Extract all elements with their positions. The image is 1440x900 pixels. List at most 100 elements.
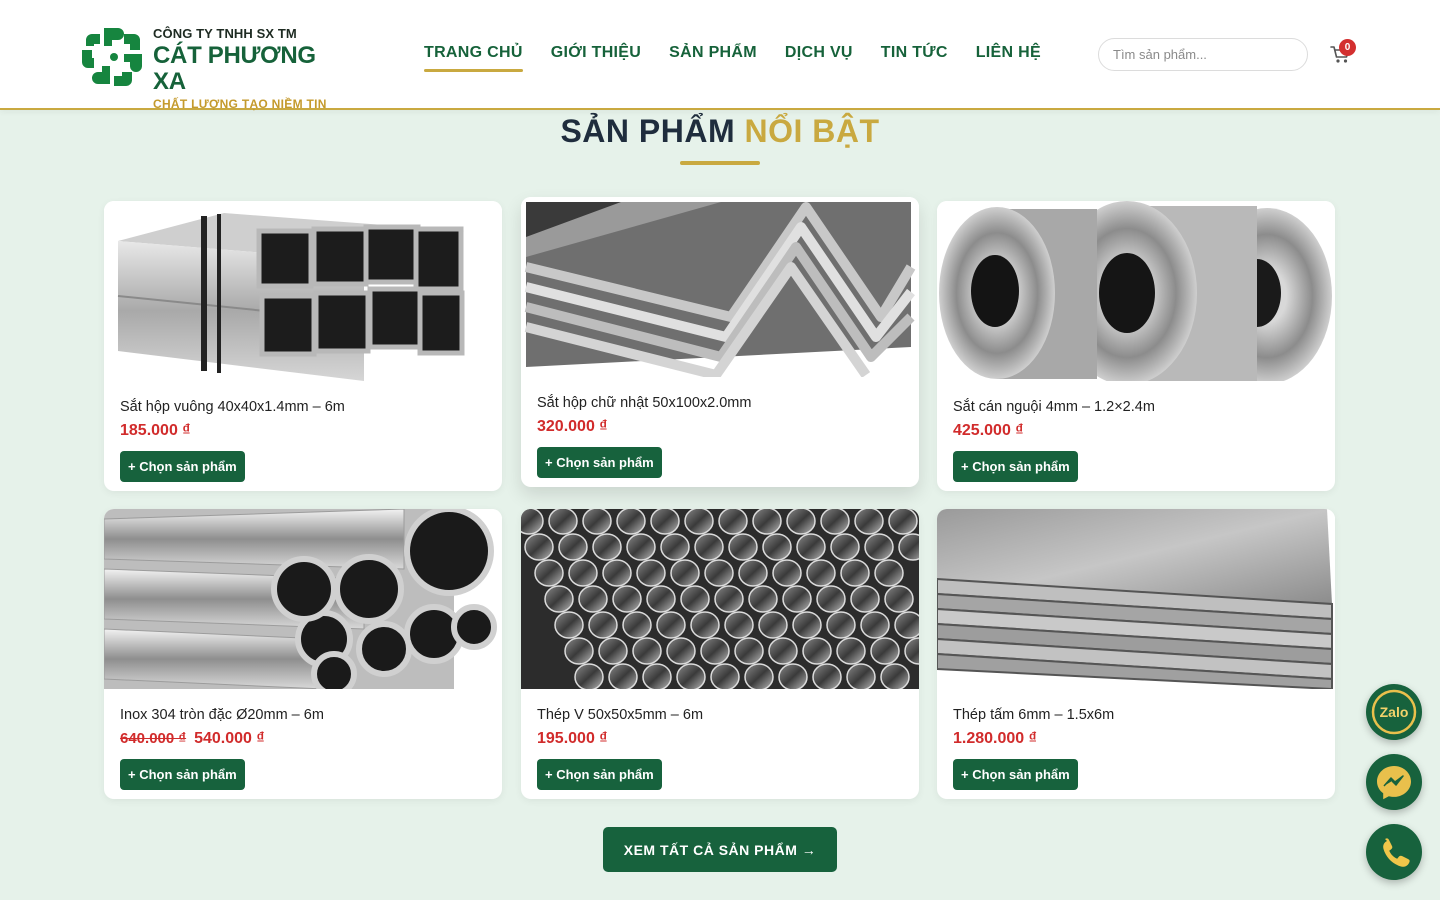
- product-price: 425.000 ₫: [953, 422, 1024, 440]
- product-card[interactable]: Thép tấm 6mm – 1.5x6m 1.280.000 ₫ + Chọn…: [937, 509, 1335, 799]
- view-all-products-button[interactable]: XEM TẤT CẢ SẢN PHẨM →: [603, 827, 837, 872]
- rebar-end: [632, 637, 662, 665]
- phone-icon: [1383, 838, 1410, 867]
- cart-count-badge: 0: [1339, 39, 1356, 56]
- rebar-end: [694, 533, 724, 561]
- product-price-value: 1.280.000 ₫: [953, 730, 1037, 747]
- rebar-end: [690, 611, 720, 639]
- rebar-end: [864, 533, 894, 561]
- rebar-end: [880, 663, 910, 689]
- product-image-square-tubes[interactable]: [104, 201, 502, 381]
- rebar-end: [650, 509, 680, 535]
- rebar-end: [778, 663, 808, 689]
- product-card[interactable]: Inox 304 tròn đặc Ø20mm – 6m 640.000 ₫ 54…: [104, 509, 502, 799]
- product-image-steel-plates[interactable]: [937, 509, 1335, 689]
- rebar-end: [782, 585, 812, 613]
- product-price: 1.280.000 ₫: [953, 730, 1037, 748]
- rebar-end: [762, 533, 792, 561]
- zalo-icon: Zalo: [1371, 689, 1417, 735]
- product-price: 320.000 ₫: [537, 418, 608, 436]
- rebar-end: [836, 637, 866, 665]
- product-name[interactable]: Sắt hộp chữ nhật 50x100x2.0mm: [537, 395, 751, 411]
- rebar-end: [830, 533, 860, 561]
- product-image-round-pipes[interactable]: [104, 509, 502, 689]
- zalo-label: Zalo: [1380, 704, 1409, 720]
- product-name[interactable]: Sắt hộp vuông 40x40x1.4mm – 6m: [120, 399, 345, 415]
- choose-product-button[interactable]: + Chọn sản phẩm: [120, 451, 245, 482]
- rebar-illustration: [521, 509, 919, 689]
- product-price-value: 320.000 ₫: [537, 418, 608, 435]
- nav-item-news[interactable]: TIN TỨC: [881, 44, 948, 62]
- nav-item-contact[interactable]: LIÊN HỆ: [976, 44, 1041, 62]
- product-name[interactable]: Sắt cán nguội 4mm – 1.2×2.4m: [953, 399, 1155, 415]
- rebar-end: [574, 663, 604, 689]
- search-input[interactable]: [1098, 38, 1308, 71]
- rebar-end: [676, 663, 706, 689]
- product-price-value: 425.000 ₫: [953, 422, 1024, 439]
- phone-button[interactable]: [1366, 824, 1422, 880]
- section-title-underline: [680, 161, 760, 165]
- rebar-end: [796, 533, 826, 561]
- main-nav: TRANG CHỦ GIỚI THIỆU SẢN PHẨM DỊCH VỤ TI…: [424, 44, 1069, 72]
- messenger-button[interactable]: [1366, 754, 1422, 810]
- product-name[interactable]: Thép V 50x50x5mm – 6m: [537, 707, 703, 723]
- rebar-end: [820, 509, 850, 535]
- rebar-end: [646, 585, 676, 613]
- rebar-end: [592, 533, 622, 561]
- rebar-end: [642, 663, 672, 689]
- choose-product-button[interactable]: + Chọn sản phẩm: [953, 759, 1078, 790]
- rebar-end: [898, 533, 919, 561]
- rebar-end: [612, 585, 642, 613]
- rebar-end: [792, 611, 822, 639]
- section-title-highlight: NỔI BẬT: [744, 113, 880, 149]
- product-name[interactable]: Inox 304 tròn đặc Ø20mm – 6m: [120, 707, 324, 723]
- product-image-rebar-bundle[interactable]: [521, 509, 919, 689]
- product-name[interactable]: Thép tấm 6mm – 1.5x6m: [953, 707, 1114, 723]
- rebar-end: [598, 637, 628, 665]
- nav-item-products[interactable]: SẢN PHẨM: [669, 44, 757, 62]
- section-title-main: SẢN PHẨM: [560, 113, 736, 149]
- choose-product-button[interactable]: + Chọn sản phẩm: [120, 759, 245, 790]
- choose-product-button[interactable]: + Chọn sản phẩm: [537, 447, 662, 478]
- logo-company-line: CÔNG TY TNHH SX TM: [153, 26, 297, 41]
- logo[interactable]: CÔNG TY TNHH SX TM CÁT PHƯƠNG XA CHẤT LƯ…: [82, 22, 352, 111]
- rebar-end: [558, 533, 588, 561]
- nav-item-services[interactable]: DỊCH VỤ: [785, 44, 853, 62]
- rebar-end: [588, 611, 618, 639]
- product-card[interactable]: Sắt hộp chữ nhật 50x100x2.0mm 320.000 ₫ …: [521, 197, 919, 487]
- product-image-steel-coils[interactable]: [937, 201, 1335, 381]
- product-old-price: 640.000 ₫: [120, 730, 187, 747]
- product-card[interactable]: Sắt cán nguội 4mm – 1.2×2.4m 425.000 ₫ +…: [937, 201, 1335, 491]
- rebar-end: [806, 559, 836, 587]
- rebar-end: [568, 559, 598, 587]
- product-card[interactable]: Thép V 50x50x5mm – 6m 195.000 ₫ + Chọn s…: [521, 509, 919, 799]
- rebar-end: [554, 611, 584, 639]
- rebar-end: [714, 585, 744, 613]
- rebar-end: [680, 585, 710, 613]
- product-image-angle-bars[interactable]: [521, 197, 919, 377]
- rebar-end: [564, 637, 594, 665]
- zalo-button[interactable]: Zalo: [1366, 684, 1422, 740]
- rebar-end: [894, 611, 919, 639]
- rebar-end: [752, 509, 782, 535]
- rebar-end: [670, 559, 700, 587]
- choose-product-button[interactable]: + Chọn sản phẩm: [537, 759, 662, 790]
- rebar-end: [870, 637, 900, 665]
- product-card[interactable]: Sắt hộp vuông 40x40x1.4mm – 6m 185.000 ₫…: [104, 201, 502, 491]
- rebar-end: [748, 585, 778, 613]
- rebar-end: [884, 585, 914, 613]
- rebar-end: [802, 637, 832, 665]
- rebar-end: [578, 585, 608, 613]
- rebar-end: [728, 533, 758, 561]
- rebar-end: [850, 585, 880, 613]
- rebar-end: [524, 533, 554, 561]
- rebar-end: [758, 611, 788, 639]
- nav-item-about[interactable]: GIỚI THIỆU: [551, 44, 641, 62]
- choose-product-button[interactable]: + Chọn sản phẩm: [953, 451, 1078, 482]
- nav-item-home[interactable]: TRANG CHỦ: [424, 44, 523, 72]
- messenger-icon: [1377, 766, 1411, 800]
- rebar-end: [656, 611, 686, 639]
- rebar-end: [616, 509, 646, 535]
- rebar-end: [772, 559, 802, 587]
- product-price-value: 195.000 ₫: [537, 730, 608, 747]
